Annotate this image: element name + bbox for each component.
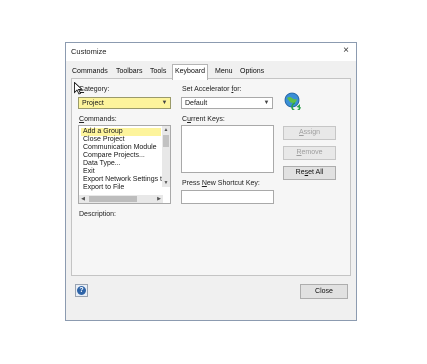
vertical-scrollbar[interactable]: ▲ ▼ xyxy=(162,126,170,187)
shortcut-key-input[interactable] xyxy=(181,190,274,204)
help-icon: ? xyxy=(77,286,86,295)
assign-button[interactable]: Assign xyxy=(283,126,336,140)
list-item[interactable]: Exit xyxy=(81,168,161,176)
tab-toolbars[interactable]: Toolbars xyxy=(114,66,144,78)
list-item[interactable]: Export to File xyxy=(81,184,161,192)
accelerator-dropdown[interactable]: Default ▼ xyxy=(181,97,273,109)
commands-listbox[interactable]: Add a Group Close Project Communication … xyxy=(78,125,171,204)
category-label: Category: xyxy=(79,86,110,93)
list-item[interactable]: Close Project xyxy=(81,136,161,144)
scroll-left-icon[interactable]: ◀ xyxy=(79,195,87,203)
horizontal-scroll-thumb[interactable] xyxy=(89,196,137,202)
tab-commands[interactable]: Commands xyxy=(70,66,110,78)
tab-tools[interactable]: Tools xyxy=(148,66,168,78)
tab-menu[interactable]: Menu xyxy=(213,66,235,78)
mouse-cursor-icon xyxy=(74,82,83,95)
remove-button[interactable]: Remove xyxy=(283,146,336,160)
accelerator-value: Default xyxy=(185,100,208,107)
scroll-right-icon[interactable]: ▶ xyxy=(155,195,163,203)
scroll-down-icon[interactable]: ▼ xyxy=(162,179,170,187)
accelerator-label: Set Accelerator for: xyxy=(182,86,242,93)
globe-refresh-icon xyxy=(284,92,301,110)
title-bar: Customize × xyxy=(66,43,356,61)
help-button[interactable]: ? xyxy=(75,284,88,297)
list-item[interactable]: Export Network Settings t xyxy=(81,176,162,184)
list-item[interactable]: Communication Module xyxy=(81,144,161,152)
list-item[interactable]: Add a Group xyxy=(81,128,161,136)
chevron-down-icon: ▼ xyxy=(161,100,168,106)
commands-label: Commands: xyxy=(79,116,117,123)
current-keys-list[interactable] xyxy=(181,125,274,173)
category-dropdown[interactable]: Project ▼ xyxy=(78,97,171,109)
tab-keyboard[interactable]: Keyboard xyxy=(172,64,208,80)
horizontal-scrollbar[interactable]: ◀ ▶ xyxy=(79,195,163,203)
list-item[interactable]: Data Type... xyxy=(81,160,161,168)
tab-options[interactable]: Options xyxy=(238,66,266,78)
description-label: Description: xyxy=(79,211,116,218)
category-value: Project xyxy=(82,100,104,107)
chevron-down-icon: ▼ xyxy=(263,100,270,106)
current-keys-label: Current Keys: xyxy=(182,116,225,123)
vertical-scroll-thumb[interactable] xyxy=(163,135,169,147)
reset-all-button[interactable]: Reset All xyxy=(283,166,336,180)
dialog-title: Customize xyxy=(71,47,107,56)
close-icon[interactable]: × xyxy=(340,45,352,57)
close-button[interactable]: Close xyxy=(300,284,348,299)
scroll-up-icon[interactable]: ▲ xyxy=(162,126,170,134)
shortcut-label: Press New Shortcut Key: xyxy=(182,180,260,187)
list-item[interactable]: Compare Projects... xyxy=(81,152,161,160)
